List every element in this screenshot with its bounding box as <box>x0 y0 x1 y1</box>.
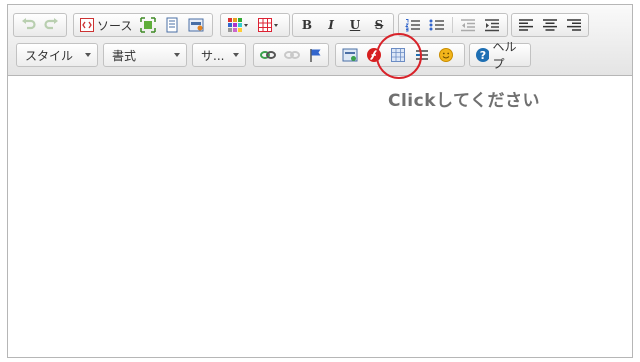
size-combo-label: サ... <box>201 48 225 63</box>
image-button[interactable] <box>339 45 361 65</box>
list-indent-group <box>398 13 508 37</box>
templates-icon <box>188 18 204 32</box>
align-left-icon <box>519 19 533 31</box>
source-label: ソース <box>97 18 133 33</box>
style-combo-label: スタイル <box>25 48 74 63</box>
bold-button[interactable]: B <box>296 15 318 35</box>
image-icon <box>342 48 358 62</box>
bulleted-list-button[interactable] <box>426 15 448 35</box>
help-icon: ? <box>476 48 490 62</box>
italic-button[interactable]: I <box>320 15 342 35</box>
templates-button[interactable] <box>185 15 207 35</box>
align-left-button[interactable] <box>515 15 537 35</box>
underline-button[interactable]: U <box>344 15 366 35</box>
chevron-down-icon <box>274 23 278 27</box>
source-button[interactable]: ソース <box>77 15 135 35</box>
maximize-button[interactable] <box>137 15 159 35</box>
toolbar-separator <box>452 17 453 33</box>
svg-text:?: ? <box>480 49 486 62</box>
highlight-circle <box>376 33 422 79</box>
rich-text-editor: ソース B I U S スタイル 書式 サ... ? ヘルプ <box>7 4 633 358</box>
align-right-button[interactable] <box>563 15 585 35</box>
links-group <box>253 43 329 67</box>
redo-button[interactable] <box>41 15 63 35</box>
table-button[interactable] <box>254 15 282 35</box>
color-palette-icon <box>228 18 242 32</box>
link-button[interactable] <box>257 45 279 65</box>
chevron-down-icon <box>85 53 91 57</box>
align-right-icon <box>567 19 581 31</box>
link-icon <box>260 51 276 59</box>
undo-icon <box>22 18 36 30</box>
bulleted-list-icon <box>429 19 444 31</box>
smiley-icon <box>439 48 453 62</box>
outdent-icon <box>461 19 475 32</box>
click-instruction: Clickしてください <box>388 91 540 111</box>
editor-toolbar: ソース B I U S スタイル 書式 サ... ? ヘルプ <box>8 5 632 76</box>
history-group <box>13 13 67 37</box>
numbered-list-icon <box>405 19 420 32</box>
outdent-button[interactable] <box>457 15 479 35</box>
align-group <box>511 13 589 37</box>
text-color-button[interactable] <box>224 15 252 35</box>
unlink-icon <box>284 51 300 59</box>
anchor-button[interactable] <box>305 45 327 65</box>
strike-button[interactable]: S <box>368 15 390 35</box>
size-combo[interactable]: サ... <box>192 43 246 67</box>
style-combo[interactable]: スタイル <box>16 43 98 67</box>
smiley-button[interactable] <box>435 45 457 65</box>
flag-icon <box>310 49 321 62</box>
help-button[interactable]: ? ヘルプ <box>473 40 527 71</box>
numbered-list-button[interactable] <box>402 15 424 35</box>
align-center-button[interactable] <box>539 15 561 35</box>
undo-button[interactable] <box>17 15 39 35</box>
source-icon <box>80 18 94 32</box>
unlink-button[interactable] <box>281 45 303 65</box>
chevron-down-icon <box>233 53 239 57</box>
help-group: ? ヘルプ <box>469 40 531 71</box>
indent-button[interactable] <box>481 15 503 35</box>
help-label: ヘルプ <box>492 40 517 71</box>
chevron-down-icon <box>174 53 180 57</box>
document-group: ソース <box>73 13 213 37</box>
indent-icon <box>485 19 499 32</box>
table-icon <box>258 18 272 32</box>
editor-content-area[interactable] <box>8 77 632 357</box>
maximize-icon <box>140 17 157 33</box>
insert-group <box>220 13 290 37</box>
format-combo[interactable]: 書式 <box>103 43 187 67</box>
redo-icon <box>44 18 58 30</box>
chevron-down-icon <box>244 23 248 27</box>
format-combo-label: 書式 <box>112 48 137 63</box>
preview-icon <box>166 17 178 33</box>
align-center-icon <box>543 19 557 31</box>
basic-styles-group: B I U S <box>292 13 394 37</box>
preview-button[interactable] <box>161 15 183 35</box>
